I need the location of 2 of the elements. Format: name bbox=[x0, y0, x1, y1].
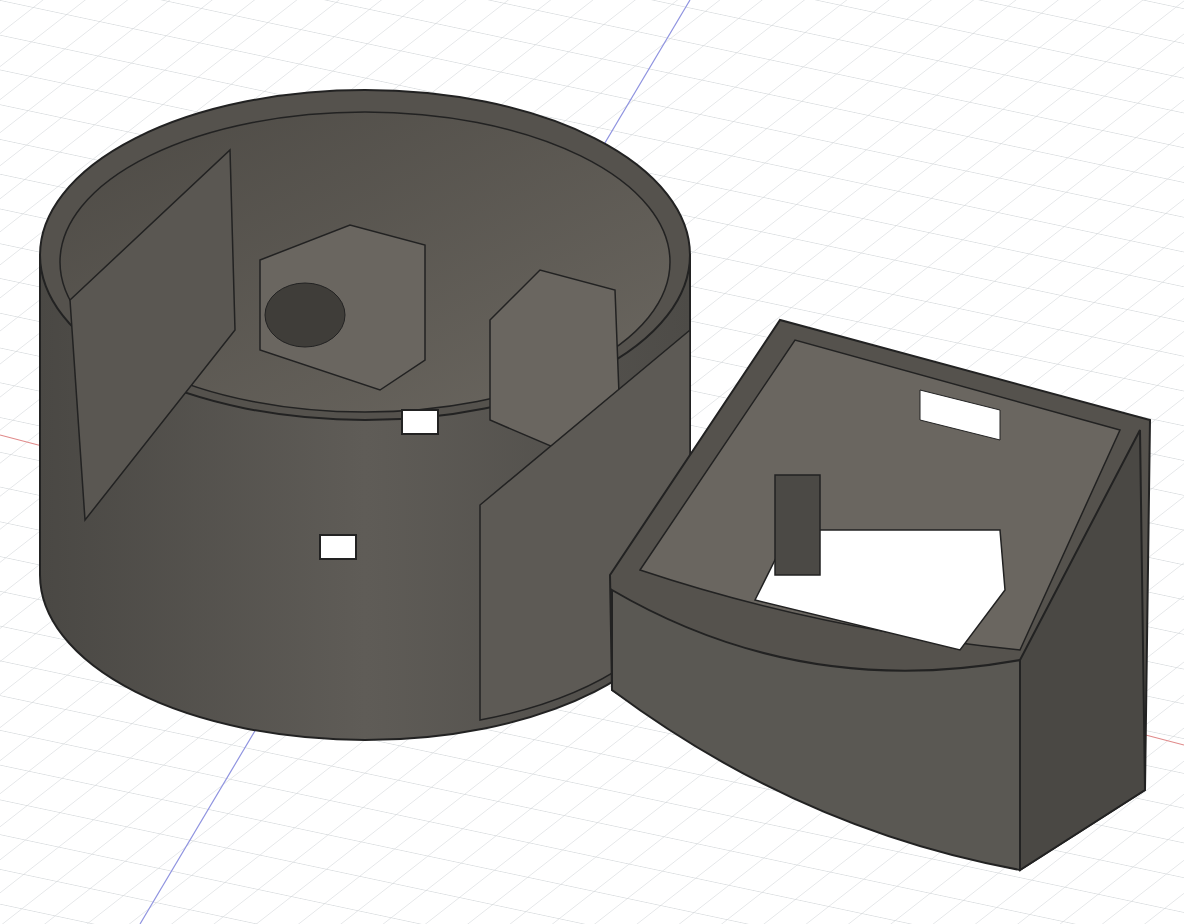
round-housing-drawing[interactable] bbox=[39, 89, 691, 741]
box-housing-drawing[interactable] bbox=[609, 319, 1151, 872]
